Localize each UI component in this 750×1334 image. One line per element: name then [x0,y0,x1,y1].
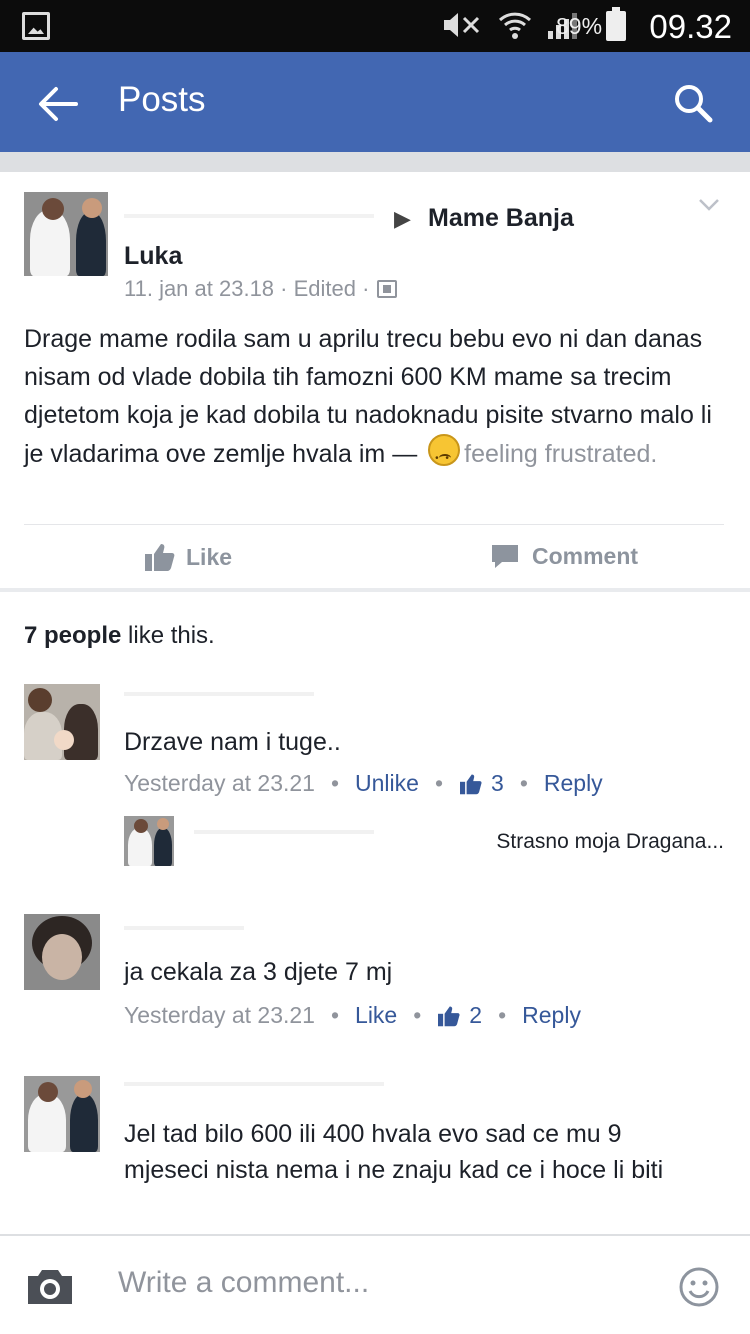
commenter-avatar[interactable] [24,1076,100,1152]
page-title: Posts [118,80,206,119]
back-arrow-icon[interactable] [36,84,80,124]
divider [24,524,724,525]
commenter-avatar[interactable] [24,914,100,990]
reply-preview[interactable]: Strasno moja Dragana... [124,816,734,866]
search-icon[interactable] [672,82,714,124]
gallery-icon [22,12,50,40]
author-avatar[interactable] [24,192,108,276]
comment-text: Drzave nam i tuge.. [124,728,341,756]
reply-link[interactable]: Reply [522,1002,581,1029]
dot-separator: • [498,1002,507,1028]
comment-meta: Yesterday at 23.21 • Unlike • 3 • Reply [124,770,603,797]
comment-like-count[interactable]: 3 [459,770,504,797]
blurred-name [124,926,244,930]
group-name-link[interactable]: Mame Banja [428,204,574,233]
reply-preview-text: Strasno moja Dragana... [496,830,724,853]
comment-icon [492,545,518,568]
app-bar: Posts [0,52,750,152]
reply-link[interactable]: Reply [544,770,603,797]
author-name-link[interactable]: Luka [124,242,182,271]
blurred-name [194,830,374,834]
thumbs-up-icon [460,773,482,794]
post-timestamp[interactable]: 11. jan at 23.18 · Edited · [124,276,369,302]
comment-time[interactable]: Yesterday at 23.21 [124,770,315,797]
chevron-down-icon[interactable] [698,198,720,212]
thumbs-up-icon [145,544,175,571]
battery-percent: 89% [556,13,603,39]
reply-avatar[interactable] [124,816,174,866]
dot-separator: • [330,1002,340,1028]
like-button[interactable]: Like [144,542,232,572]
blurred-name [124,692,314,696]
feeling-text: feeling frustrated. [464,440,658,468]
post-meta: 11. jan at 23.18 · Edited · [124,276,398,302]
thumbs-up-icon [438,1005,460,1026]
dot-separator: • [434,770,444,796]
comment-composer: Write a comment... [0,1234,750,1334]
battery-icon [606,7,626,41]
smile-icon[interactable] [678,1266,720,1308]
comment-input[interactable]: Write a comment... [118,1266,369,1300]
comment-text: Jel tad bilo 600 ili 400 hvala evo sad c… [124,1120,664,1184]
section-separator [0,588,750,592]
likes-summary[interactable]: 7 people like this. [24,622,215,650]
mute-icon [444,13,480,37]
dot-separator: • [519,770,528,796]
comment-meta: Yesterday at 23.21 • Like • 2 • Reply [124,1002,581,1029]
privacy-icon [377,280,398,298]
dot-separator: • [413,1002,422,1028]
likes-suffix: like this. [121,622,215,649]
commenter-avatar[interactable] [24,684,100,760]
likes-count: 7 people [24,622,122,649]
sad-face-icon [428,434,461,478]
dot-separator: • [330,770,340,796]
like-label: Like [186,543,233,570]
like-link[interactable]: Like [355,1002,397,1029]
post-body: Drage mame rodila sam u aprilu trecu beb… [24,320,730,478]
comment-label: Comment [532,542,639,569]
like-count-value: 2 [469,1002,483,1028]
comment-time[interactable]: Yesterday at 23.21 [124,1002,315,1029]
clock: 09.32 [649,8,732,45]
comment-text: ja cekala za 3 djete 7 mj [124,958,393,986]
wifi-icon [498,12,532,39]
post-actions: Like Comment [0,528,750,588]
blurred-name [124,1082,384,1086]
like-count-value: 3 [491,770,504,796]
comment-like-count[interactable]: 2 [437,1002,482,1029]
comment-button[interactable]: Comment [490,542,638,570]
arrow-separator: ▶ [394,206,411,231]
unlike-link[interactable]: Unlike [355,770,419,797]
top-divider [0,152,750,172]
blurred-name [124,214,374,218]
camera-icon[interactable] [24,1266,76,1308]
status-bar: 89% 09.32 [0,0,750,52]
